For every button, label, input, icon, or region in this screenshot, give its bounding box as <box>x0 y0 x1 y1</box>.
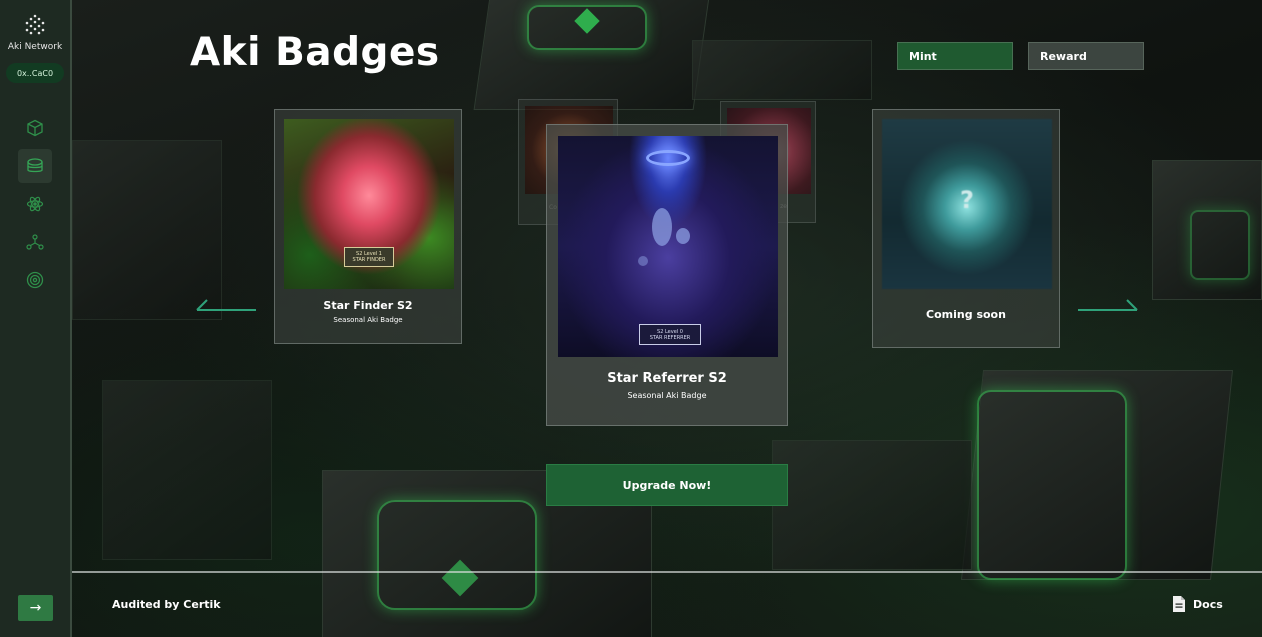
sign-line: STAR FINDER <box>352 257 386 263</box>
brand-name: Aki Network <box>7 42 63 52</box>
sidebar-item-network[interactable] <box>18 225 52 259</box>
expand-sidebar-button[interactable]: → <box>18 595 53 621</box>
badge-card-coming-soon[interactable]: ? Coming soon <box>872 109 1060 348</box>
badge-art: S2 Level 0 STAR REFERRER <box>558 136 778 357</box>
sidebar-item-cube[interactable] <box>18 111 52 145</box>
footer-divider <box>72 571 1262 573</box>
sign-line: STAR REFERRER <box>649 334 691 341</box>
carousel-next-button[interactable] <box>1076 296 1140 316</box>
arrow-right-icon: → <box>29 600 42 616</box>
sidebar: Aki Network 0x..CaC0 → <box>0 0 72 637</box>
arrow-right-icon <box>1078 299 1138 311</box>
cube-icon <box>27 119 43 137</box>
upgrade-now-button[interactable]: Upgrade Now! <box>546 464 788 506</box>
docs-link[interactable]: Docs <box>1172 596 1223 612</box>
sidebar-item-atom[interactable] <box>18 187 52 221</box>
atom-icon <box>26 196 44 212</box>
card-subtitle: Seasonal Aki Badge <box>333 316 403 324</box>
badge-card-star-referrer[interactable]: S2 Level 0 STAR REFERRER Star Referrer S… <box>546 124 788 426</box>
arrow-left-icon <box>196 299 256 311</box>
tab-reward[interactable]: Reward <box>1028 42 1144 70</box>
carousel-prev-button[interactable] <box>194 296 258 316</box>
tab-mint[interactable]: Mint <box>897 42 1013 70</box>
card-title: Star Referrer S2 <box>607 371 727 386</box>
network-icon <box>26 234 44 250</box>
badge-art: S2 Level 1 STAR FINDER <box>284 119 454 289</box>
docs-label: Docs <box>1193 597 1223 611</box>
badge-card-star-finder[interactable]: S2 Level 1 STAR FINDER Star Finder S2 Se… <box>274 109 462 344</box>
sidebar-item-badges[interactable] <box>18 149 52 183</box>
page-title: Aki Badges <box>190 30 440 75</box>
question-mark-icon: ? <box>960 186 974 214</box>
art-ring <box>646 150 690 166</box>
audited-by-certik-link[interactable]: Audited by Certik <box>112 598 221 611</box>
card-title: Star Finder S2 <box>323 299 413 312</box>
target-icon <box>26 271 44 289</box>
layers-icon <box>27 158 43 173</box>
sidebar-nav <box>18 111 52 297</box>
document-icon <box>1173 596 1185 612</box>
aki-logo-icon <box>25 14 45 35</box>
card-subtitle: Seasonal Aki Badge <box>627 391 707 400</box>
badge-art-sign: S2 Level 1 STAR FINDER <box>344 247 394 267</box>
badge-art-sign: S2 Level 0 STAR REFERRER <box>639 324 701 345</box>
card-title: Coming soon <box>926 308 1006 321</box>
wallet-address-button[interactable]: 0x..CaC0 <box>6 63 64 83</box>
badge-art: ? <box>882 119 1052 289</box>
sidebar-item-target[interactable] <box>18 263 52 297</box>
